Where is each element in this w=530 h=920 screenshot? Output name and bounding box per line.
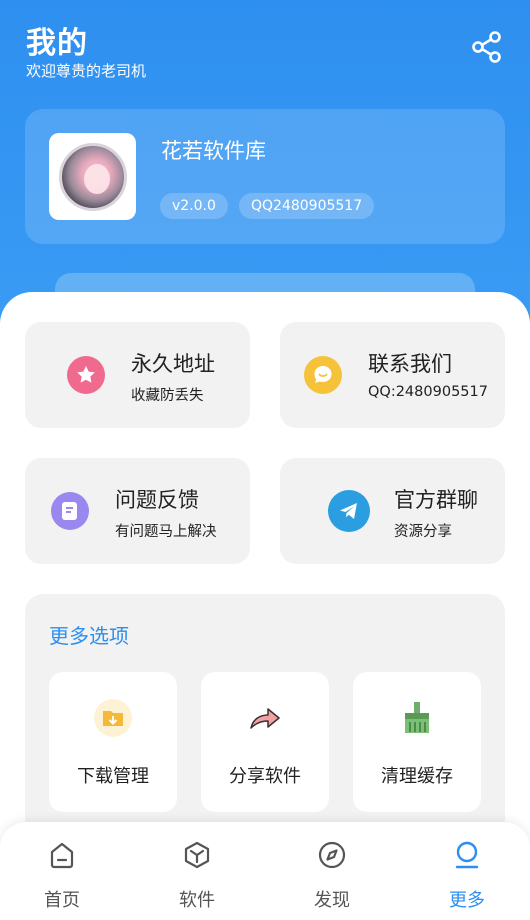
- share-icon[interactable]: [470, 30, 504, 64]
- bottom-tab-bar: 首页 软件 发现 更多: [0, 822, 530, 920]
- forward-arrow-icon: [245, 698, 285, 738]
- card-title: 永久地址: [131, 352, 215, 376]
- tile-label: 清理缓存: [381, 766, 453, 787]
- page-title: 我的: [26, 26, 88, 61]
- app-name: 花若软件库: [161, 139, 266, 163]
- share-software-button[interactable]: 分享软件: [201, 672, 329, 812]
- qq-badge: QQ2480905517: [239, 193, 375, 219]
- tab-software[interactable]: 软件: [142, 822, 252, 920]
- card-title: 官方群聊: [394, 488, 478, 512]
- tab-label: 首页: [44, 890, 80, 911]
- card-desc: 资源分享: [394, 524, 452, 540]
- clear-cache-button[interactable]: 清理缓存: [353, 672, 481, 812]
- more-options-title: 更多选项: [49, 624, 129, 648]
- page-subtitle: 欢迎尊贵的老司机: [26, 62, 147, 80]
- avatar: [58, 142, 127, 211]
- telegram-icon: [328, 490, 370, 532]
- card-desc: 收藏防丢失: [131, 388, 204, 404]
- permanent-address-card[interactable]: 永久地址 收藏防丢失: [25, 322, 250, 428]
- cube-icon: [184, 841, 210, 869]
- tab-label: 软件: [179, 890, 215, 911]
- more-options-panel: 更多选项 下载管理 分享软件 清理缓存: [25, 594, 505, 854]
- tab-more[interactable]: 更多: [412, 822, 522, 920]
- group-chat-card[interactable]: 官方群聊 资源分享: [280, 458, 505, 564]
- header-banner: 我的 欢迎尊贵的老司机 花若软件库 v2.0.0 QQ2480905517: [0, 0, 530, 340]
- contact-us-card[interactable]: 联系我们 QQ:2480905517: [280, 322, 505, 428]
- broom-icon: [397, 698, 437, 738]
- profile-card: 花若软件库 v2.0.0 QQ2480905517: [25, 109, 505, 244]
- feedback-icon: [51, 492, 89, 530]
- card-desc: 有问题马上解决: [115, 524, 217, 540]
- tile-label: 下载管理: [77, 766, 149, 787]
- person-icon: [455, 841, 479, 869]
- download-folder-icon: [93, 698, 133, 738]
- card-title: 联系我们: [368, 352, 452, 376]
- chat-icon: [304, 356, 342, 394]
- app-logo: [49, 133, 136, 220]
- star-icon: [67, 356, 105, 394]
- tile-label: 分享软件: [229, 766, 301, 787]
- download-manager-button[interactable]: 下载管理: [49, 672, 177, 812]
- compass-icon: [318, 841, 346, 869]
- tab-label: 发现: [314, 890, 350, 911]
- tab-label: 更多: [449, 890, 485, 911]
- version-badge: v2.0.0: [160, 193, 228, 219]
- card-desc: QQ:2480905517: [368, 384, 488, 400]
- card-title: 问题反馈: [115, 488, 199, 512]
- tab-home[interactable]: 首页: [7, 822, 117, 920]
- home-icon: [50, 842, 74, 869]
- tab-discover[interactable]: 发现: [277, 822, 387, 920]
- feedback-card[interactable]: 问题反馈 有问题马上解决: [25, 458, 250, 564]
